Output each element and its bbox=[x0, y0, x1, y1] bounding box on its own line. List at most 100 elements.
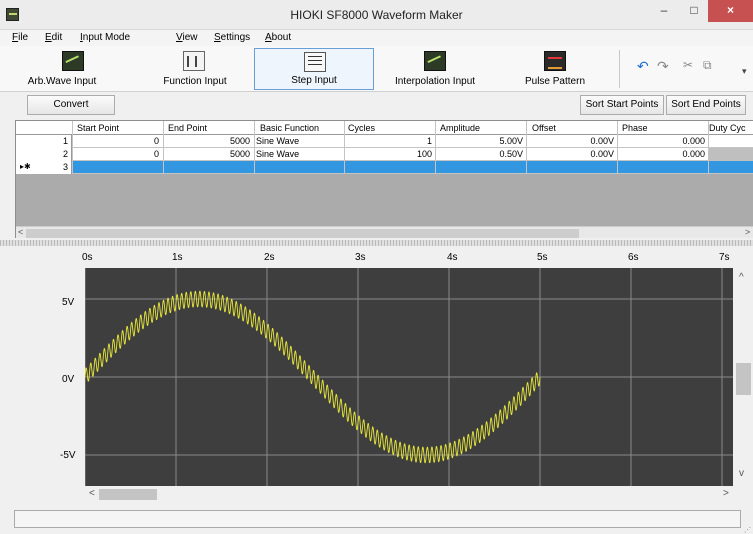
pulse-icon bbox=[544, 51, 566, 71]
arb-wave-input-label: Arb.Wave Input bbox=[27, 76, 97, 87]
scroll-right-icon[interactable]: > bbox=[745, 227, 750, 237]
cell-cycles[interactable]: 1 bbox=[346, 136, 432, 146]
cell-amplitude[interactable]: 5.00V bbox=[437, 136, 523, 146]
window-title: HIOKI SF8000 Waveform Maker bbox=[290, 8, 463, 22]
waveform-horizontal-scrollbar[interactable]: < > bbox=[85, 486, 733, 502]
cut-icon[interactable]: ✂ bbox=[683, 58, 693, 72]
table-header: Start Point End Point Basic Function Cyc… bbox=[16, 121, 753, 135]
x-tick-label: 5s bbox=[537, 252, 548, 263]
waveform-vertical-scrollbar[interactable]: ^ v bbox=[735, 268, 753, 486]
col-phase[interactable]: Phase bbox=[622, 123, 648, 133]
menu-view[interactable]: View bbox=[176, 32, 198, 43]
interpolation-icon bbox=[424, 51, 446, 71]
redo-icon[interactable]: ↷ bbox=[657, 58, 669, 75]
cell-basic-function[interactable]: Sine Wave bbox=[256, 136, 299, 146]
col-start-point[interactable]: Start Point bbox=[77, 123, 119, 133]
scrollbar-thumb[interactable] bbox=[99, 489, 157, 500]
toolbar: Arb.Wave Input Function Input Step Input… bbox=[0, 46, 753, 92]
pulse-pattern-label: Pulse Pattern bbox=[524, 76, 586, 87]
status-bar: ⋰ bbox=[0, 506, 753, 534]
x-tick-label: 3s bbox=[355, 252, 366, 263]
x-tick-label: 7s bbox=[719, 252, 730, 263]
row-header[interactable]: ▸✱ 3 bbox=[16, 161, 72, 174]
interpolation-input-button[interactable]: Interpolation Input bbox=[380, 48, 490, 90]
row-index: 2 bbox=[62, 149, 68, 159]
cell-end-point[interactable]: 5000 bbox=[164, 136, 250, 146]
waveform-panel: 0s 1s 2s 3s 4s 5s 6s 7s 5V 0V -5V ^ v < … bbox=[0, 246, 753, 504]
col-amplitude[interactable]: Amplitude bbox=[440, 123, 480, 133]
step-input-label: Step Input bbox=[291, 75, 337, 86]
cell-start-point[interactable]: 0 bbox=[73, 149, 159, 159]
cell-end-point[interactable]: 5000 bbox=[164, 149, 250, 159]
sort-start-points-button[interactable]: Sort Start Points bbox=[580, 95, 664, 115]
title-bar: HIOKI SF8000 Waveform Maker – □ × bbox=[0, 0, 753, 30]
scroll-left-icon[interactable]: < bbox=[89, 488, 95, 499]
row-index: 1 bbox=[62, 136, 68, 146]
table-row[interactable]: 2 0 5000 Sine Wave 100 0.50V 0.00V 0.000 bbox=[16, 148, 753, 161]
col-end-point[interactable]: End Point bbox=[168, 123, 207, 133]
scrollbar-thumb[interactable] bbox=[26, 229, 579, 238]
copy-icon[interactable]: ⧉ bbox=[703, 58, 712, 73]
scroll-left-icon[interactable]: < bbox=[18, 227, 23, 237]
menu-edit[interactable]: Edit bbox=[45, 32, 62, 43]
cell-cycles[interactable]: 100 bbox=[346, 149, 432, 159]
resize-grip-icon[interactable]: ⋰ bbox=[744, 526, 751, 534]
scroll-down-icon[interactable]: v bbox=[739, 468, 744, 479]
x-tick-label: 1s bbox=[172, 252, 183, 263]
cell-start-point[interactable]: 0 bbox=[73, 136, 159, 146]
menu-about[interactable]: About bbox=[265, 32, 291, 43]
step-icon bbox=[304, 52, 326, 72]
cell-amplitude[interactable]: 0.50V bbox=[437, 149, 523, 159]
x-tick-label: 6s bbox=[628, 252, 639, 263]
menu-settings[interactable]: Settings bbox=[214, 32, 250, 43]
y-tick-label: -5V bbox=[60, 450, 76, 461]
scroll-up-icon[interactable]: ^ bbox=[739, 272, 744, 283]
row-index: 3 bbox=[62, 162, 68, 172]
cell-duty-cycle-disabled bbox=[709, 148, 753, 161]
cell-offset[interactable]: 0.00V bbox=[528, 136, 614, 146]
menu-bar: File Edit Input Mode View Settings About bbox=[0, 30, 753, 46]
x-tick-label: 4s bbox=[447, 252, 458, 263]
pulse-pattern-button[interactable]: Pulse Pattern bbox=[510, 48, 600, 90]
scrollbar-thumb[interactable] bbox=[736, 363, 751, 395]
step-table: Start Point End Point Basic Function Cyc… bbox=[15, 120, 753, 238]
toolbar-overflow-icon[interactable]: ▾ bbox=[742, 66, 747, 77]
interpolation-input-label: Interpolation Input bbox=[394, 76, 476, 87]
cell-phase[interactable]: 0.000 bbox=[619, 149, 705, 159]
sort-end-points-button[interactable]: Sort End Points bbox=[666, 95, 746, 115]
minimize-button[interactable]: – bbox=[650, 0, 678, 22]
cell-basic-function[interactable]: Sine Wave bbox=[256, 149, 299, 159]
arb-wave-icon bbox=[62, 51, 84, 71]
col-duty-cycle[interactable]: Duty Cyc bbox=[709, 123, 746, 133]
new-row-marker-icon: ▸✱ bbox=[20, 162, 31, 171]
maximize-button[interactable]: □ bbox=[680, 0, 708, 22]
x-tick-label: 2s bbox=[264, 252, 275, 263]
table-row[interactable]: 1 0 5000 Sine Wave 1 5.00V 0.00V 0.000 bbox=[16, 135, 753, 148]
waveform-trace bbox=[84, 268, 733, 486]
function-icon bbox=[183, 51, 205, 71]
cell-offset[interactable]: 0.00V bbox=[528, 149, 614, 159]
function-input-button[interactable]: Function Input bbox=[150, 48, 240, 90]
toolbar-separator bbox=[619, 50, 620, 88]
command-row: Convert Sort Start Points Sort End Point… bbox=[0, 92, 753, 118]
undo-icon[interactable]: ↶ bbox=[637, 58, 649, 75]
x-tick-label: 0s bbox=[82, 252, 93, 263]
menu-input-mode[interactable]: Input Mode bbox=[80, 32, 130, 43]
convert-button[interactable]: Convert bbox=[27, 95, 115, 115]
col-cycles[interactable]: Cycles bbox=[348, 123, 375, 133]
table-row-new[interactable]: ▸✱ 3 bbox=[16, 161, 753, 174]
table-horizontal-scrollbar[interactable]: < > bbox=[16, 226, 753, 238]
arb-wave-input-button[interactable]: Arb.Wave Input bbox=[12, 48, 112, 90]
y-tick-label: 0V bbox=[62, 374, 75, 385]
close-button[interactable]: × bbox=[708, 0, 753, 22]
col-offset[interactable]: Offset bbox=[532, 123, 556, 133]
menu-file[interactable]: File bbox=[12, 32, 28, 43]
y-tick-label: 5V bbox=[62, 297, 75, 308]
col-basic-function[interactable]: Basic Function bbox=[260, 123, 319, 133]
function-input-label: Function Input bbox=[163, 76, 227, 87]
cell-phase[interactable]: 0.000 bbox=[619, 136, 705, 146]
status-text bbox=[14, 510, 741, 528]
step-input-button[interactable]: Step Input bbox=[254, 48, 374, 90]
scroll-right-icon[interactable]: > bbox=[723, 488, 729, 499]
waveform-plot[interactable] bbox=[84, 268, 733, 486]
